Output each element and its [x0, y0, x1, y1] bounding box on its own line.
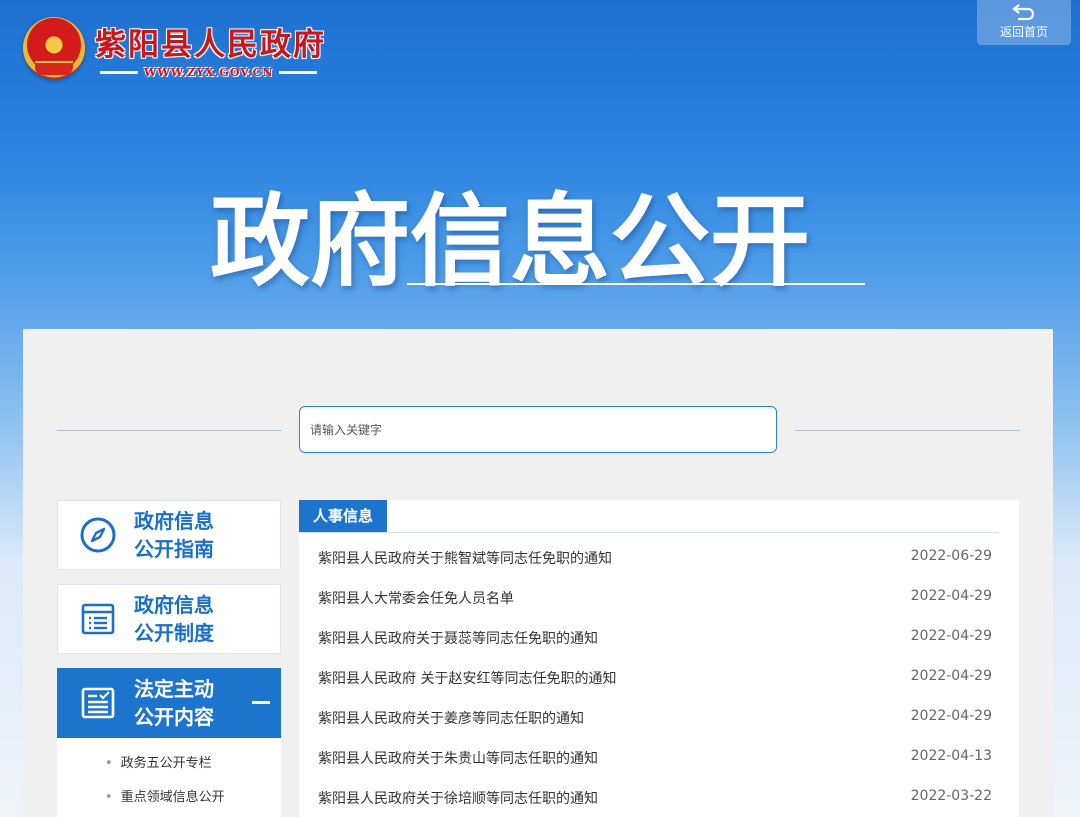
- checklist-icon: [78, 683, 118, 723]
- news-list-panel: 人事信息 紫阳县人民政府关于熊智斌等同志任免职的通知 2022-06-29 紫阳…: [299, 500, 1019, 817]
- sidebar-item-info-guide[interactable]: 政府信息 公开指南: [57, 500, 281, 570]
- site-name: 紫阳县人民政府: [95, 27, 326, 63]
- news-title[interactable]: 紫阳县人民政府关于朱贵山等同志任职的通知: [318, 748, 598, 768]
- news-title[interactable]: 紫阳县人民政府关于聂蕊等同志任免职的通知: [318, 628, 598, 648]
- sidebar-item-label: 政府信息 公开制度: [134, 593, 214, 645]
- document-list-icon: [78, 599, 118, 639]
- news-date: 2022-03-22: [910, 788, 992, 804]
- list-item[interactable]: 紫阳县人民政府关于熊智斌等同志任免职的通知 2022-06-29: [318, 548, 992, 568]
- divider: [795, 430, 1020, 431]
- news-date: 2022-04-13: [910, 748, 992, 764]
- compass-icon: [78, 515, 118, 555]
- list-item[interactable]: 紫阳县人民政府关于徐培顺等同志任职的通知 2022-03-22: [318, 788, 992, 808]
- news-date: 2022-04-29: [910, 668, 992, 684]
- divider: [299, 532, 999, 533]
- title-underline: [407, 283, 865, 285]
- news-title[interactable]: 紫阳县人民政府关于姜彦等同志任职的通知: [318, 708, 584, 728]
- site-url: WWW.ZYX.GOV.CN: [144, 66, 274, 79]
- header: 紫阳县人民政府 WWW.ZYX.GOV.CN 返回首页 政府信息公开: [0, 0, 1080, 330]
- sidebar-item-statutory-content[interactable]: 法定主动 公开内容: [57, 668, 281, 738]
- sidebar-submenu: 政务五公开专栏 重点领域信息公开: [57, 738, 281, 817]
- national-emblem-logo: [23, 17, 85, 79]
- return-home-label: 返回首页: [999, 25, 1048, 39]
- main-panel: 政府信息 公开指南 政府信息 公开制度: [23, 329, 1053, 817]
- divider: [100, 71, 138, 74]
- news-date: 2022-06-29: [910, 548, 992, 564]
- divider: [279, 71, 318, 74]
- news-title[interactable]: 紫阳县人大常委会任免人员名单: [318, 588, 514, 608]
- news-date: 2022-04-29: [910, 588, 992, 604]
- news-title[interactable]: 紫阳县人民政府关于熊智斌等同志任免职的通知: [318, 548, 612, 568]
- submenu-item[interactable]: 政务五公开专栏: [105, 752, 212, 771]
- news-title[interactable]: 紫阳县人民政府关于徐培顺等同志任职的通知: [318, 788, 598, 808]
- site-url-row: WWW.ZYX.GOV.CN: [100, 66, 318, 79]
- news-date: 2022-04-29: [910, 708, 992, 724]
- submenu-item[interactable]: 重点领域信息公开: [105, 786, 225, 805]
- return-home-button[interactable]: 返回首页: [977, 0, 1071, 45]
- sidebar-item-info-system[interactable]: 政府信息 公开制度: [57, 584, 281, 654]
- list-item[interactable]: 紫阳县人民政府关于朱贵山等同志任职的通知 2022-04-13: [318, 748, 992, 768]
- divider: [57, 430, 282, 431]
- tab-personnel-info[interactable]: 人事信息: [299, 500, 388, 532]
- return-arrow-icon: [1012, 4, 1035, 21]
- sidebar-item-label: 法定主动 公开内容: [134, 677, 214, 729]
- search-input[interactable]: [299, 406, 777, 453]
- list-item[interactable]: 紫阳县人民政府关于姜彦等同志任职的通知 2022-04-29: [318, 708, 992, 728]
- news-date: 2022-04-29: [910, 628, 992, 644]
- list-item[interactable]: 紫阳县人民政府 关于赵安红等同志任免职的通知 2022-04-29: [318, 668, 992, 688]
- collapse-icon[interactable]: [252, 701, 270, 704]
- list-item[interactable]: 紫阳县人民政府关于聂蕊等同志任免职的通知 2022-04-29: [318, 628, 992, 648]
- list-item[interactable]: 紫阳县人大常委会任免人员名单 2022-04-29: [318, 588, 992, 608]
- sidebar-item-label: 政府信息 公开指南: [134, 509, 214, 561]
- news-title[interactable]: 紫阳县人民政府 关于赵安红等同志任免职的通知: [318, 668, 616, 688]
